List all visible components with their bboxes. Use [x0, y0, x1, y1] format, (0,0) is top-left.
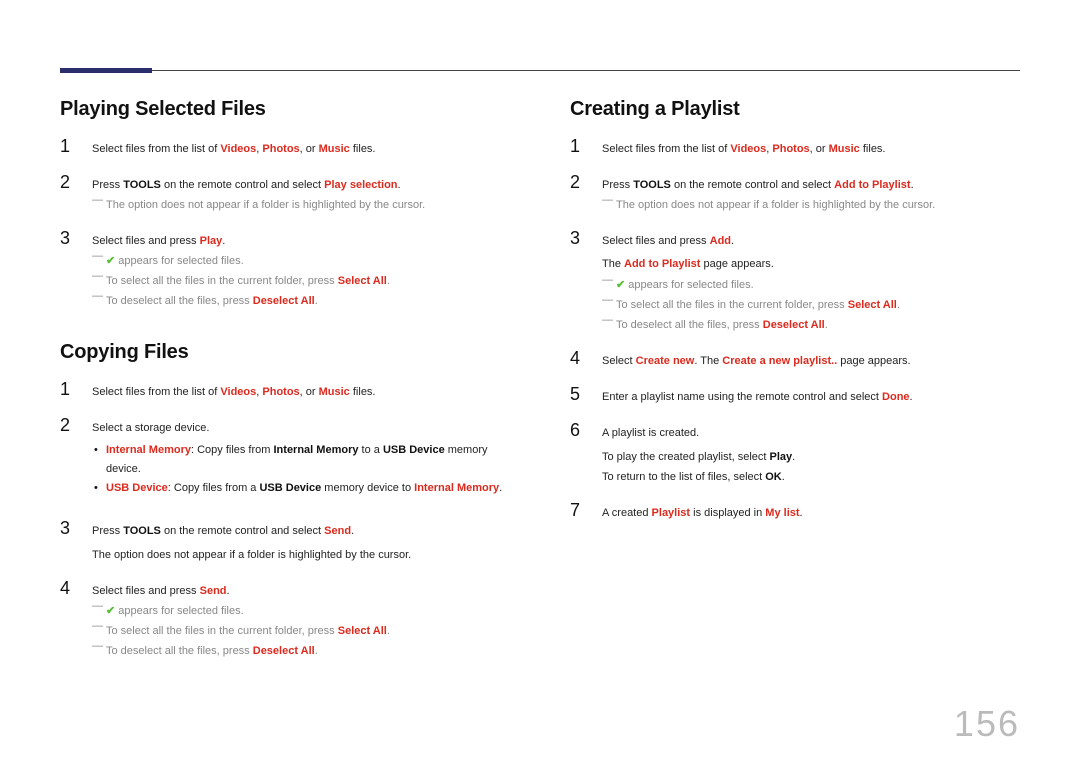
- step-number: 1: [570, 137, 586, 157]
- step-row: 2 Press TOOLS on the remote control and …: [60, 173, 510, 217]
- step-number: 4: [570, 349, 586, 369]
- step-number: 6: [570, 421, 586, 441]
- step-row: 7 A created Playlist is displayed in My …: [570, 501, 1020, 525]
- note-line: To select all the files in the current f…: [92, 623, 510, 640]
- step-row: 2 Press TOOLS on the remote control and …: [570, 173, 1020, 217]
- content-columns: Playing Selected Files 1 Select files fr…: [60, 98, 1020, 691]
- step-row: 3 Press TOOLS on the remote control and …: [60, 519, 510, 566]
- step-row: 2 Select a storage device. Internal Memo…: [60, 416, 510, 507]
- bullet-item: USB Device: Copy files from a USB Device…: [92, 479, 510, 498]
- step-number: 7: [570, 501, 586, 521]
- note-line: ✔ appears for selected files.: [602, 277, 1020, 294]
- step-number: 3: [60, 229, 76, 249]
- step-row: 3 Select files and press Play. ✔ appears…: [60, 229, 510, 313]
- left-column: Playing Selected Files 1 Select files fr…: [60, 98, 510, 691]
- step-row: 4 Select Create new. The Create a new pl…: [570, 349, 1020, 373]
- note-line: To select all the files in the current f…: [602, 297, 1020, 314]
- heading-playlist: Creating a Playlist: [570, 98, 1020, 121]
- note-line: To deselect all the files, press Deselec…: [92, 293, 510, 310]
- step-number: 2: [570, 173, 586, 193]
- step-row: 5 Enter a playlist name using the remote…: [570, 385, 1020, 409]
- note-line: The option does not appear if a folder i…: [92, 197, 510, 214]
- step-number: 4: [60, 579, 76, 599]
- check-icon: ✔: [106, 255, 115, 267]
- step-number: 2: [60, 173, 76, 193]
- note-line: ✔ appears for selected files.: [92, 253, 510, 270]
- note-line: ✔ appears for selected files.: [92, 603, 510, 620]
- note-line: To select all the files in the current f…: [92, 273, 510, 290]
- step-row: 4 Select files and press Send. ✔ appears…: [60, 579, 510, 663]
- bullet-list: Internal Memory: Copy files from Interna…: [92, 441, 510, 497]
- note-line: The option does not appear if a folder i…: [602, 197, 1020, 214]
- step-row: 6 A playlist is created. To play the cre…: [570, 421, 1020, 488]
- step-number: 3: [60, 519, 76, 539]
- note-line: To deselect all the files, press Deselec…: [92, 643, 510, 660]
- accent-bar: [60, 68, 152, 73]
- step-body: Select files and press Play. ✔ appears f…: [92, 233, 510, 313]
- check-icon: ✔: [106, 605, 115, 617]
- step-number: 1: [60, 380, 76, 400]
- page-number: 156: [954, 703, 1020, 745]
- top-rule: [60, 70, 1020, 71]
- note-line: To deselect all the files, press Deselec…: [602, 317, 1020, 334]
- step-body: Press TOOLS on the remote control and se…: [92, 177, 510, 217]
- section-creating-playlist: Creating a Playlist 1 Select files from …: [570, 98, 1020, 525]
- step-row: 1 Select files from the list of Videos, …: [60, 137, 510, 161]
- step-number: 1: [60, 137, 76, 157]
- step-number: 3: [570, 229, 586, 249]
- step-row: 1 Select files from the list of Videos, …: [60, 380, 510, 404]
- right-column: Creating a Playlist 1 Select files from …: [570, 98, 1020, 691]
- step-row: 1 Select files from the list of Videos, …: [570, 137, 1020, 161]
- section-copying-files: Copying Files 1 Select files from the li…: [60, 341, 510, 662]
- check-icon: ✔: [616, 279, 625, 291]
- step-body: Select files from the list of Videos, Ph…: [92, 141, 510, 161]
- bullet-item: Internal Memory: Copy files from Interna…: [92, 441, 510, 478]
- step-number: 2: [60, 416, 76, 436]
- heading-copying: Copying Files: [60, 341, 510, 364]
- heading-playing: Playing Selected Files: [60, 98, 510, 121]
- section-playing-selected-files: Playing Selected Files 1 Select files fr…: [60, 98, 510, 313]
- step-number: 5: [570, 385, 586, 405]
- step-row: 3 Select files and press Add. The Add to…: [570, 229, 1020, 337]
